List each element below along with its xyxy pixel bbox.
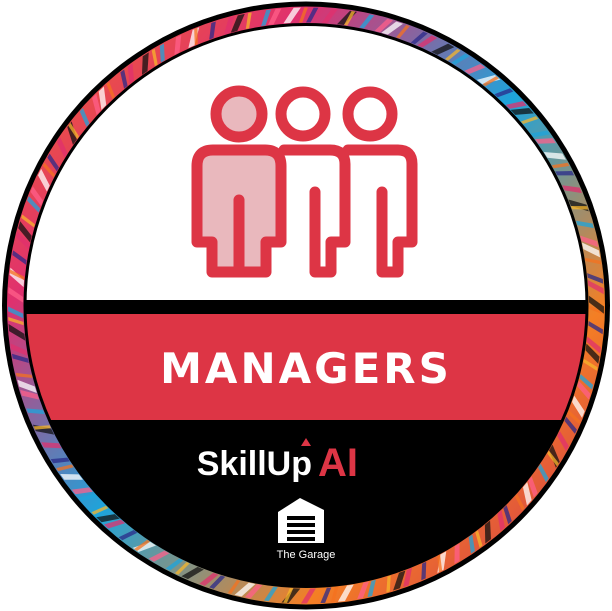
managers-badge: MANAGERS SkillUp AI The Garage (0, 0, 612, 611)
badge-divider (26, 300, 586, 314)
garage-name: The Garage (277, 549, 336, 561)
badge-title: MANAGERS (160, 344, 452, 393)
ring-stripe (570, 206, 589, 210)
ring-stripe (534, 138, 556, 144)
ring-stripe (194, 27, 198, 46)
brand-skillup: SkillUp (197, 445, 312, 483)
ring-stripe (454, 543, 460, 564)
brand-ai: AI (318, 441, 358, 485)
ring-stripe (555, 171, 575, 176)
skillup-ai-logo: SkillUp AI (197, 438, 358, 485)
badge-graphic: MANAGERS SkillUp AI The Garage (2, 1, 610, 610)
